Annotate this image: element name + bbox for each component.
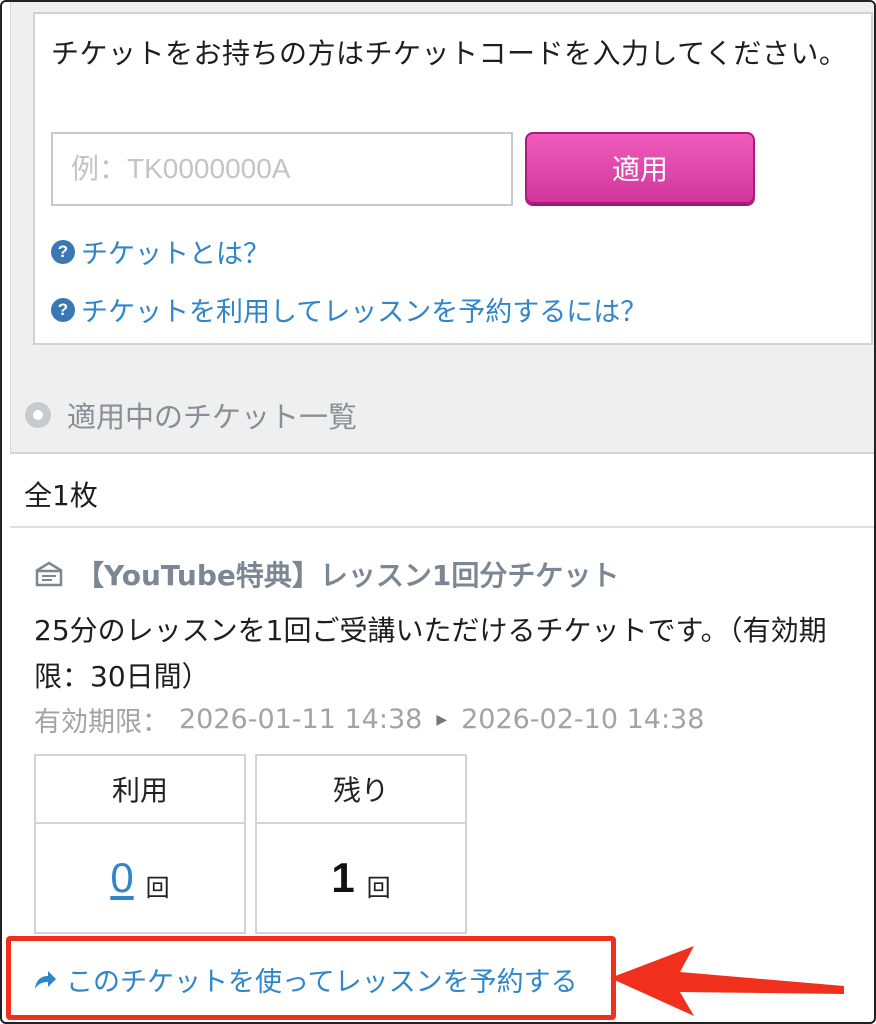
triangle-right-icon: ▶ <box>436 711 448 728</box>
red-arrow-annotation <box>610 946 844 1016</box>
share-arrow-icon <box>35 970 56 989</box>
ticket-entry-area: チケットをお持ちの方はチケットコードを入力してください。 適用 ? チケットとは… <box>10 2 874 452</box>
reserve-with-ticket-link[interactable]: このチケットを使ってレッスンを予約する <box>32 960 578 999</box>
ticket-description: 25分のレッスンを1回ご受講いただけるチケットです。（有効期限：30日間） <box>34 614 827 693</box>
help-link-how-to-reserve[interactable]: ? チケットを利用してレッスンを予約するには？ <box>51 290 647 329</box>
validity-end: 2026-02-10 14:38 <box>461 704 705 735</box>
remaining-unit: 回 <box>366 873 391 902</box>
used-count-box: 利用 0 回 <box>34 754 246 934</box>
ticket-code-prompt: チケットをお持ちの方はチケットコードを入力してください。 <box>51 37 848 70</box>
radio-dot-icon <box>25 402 51 428</box>
ticket-code-input[interactable] <box>51 132 513 206</box>
question-circle-icon: ? <box>51 297 75 322</box>
remaining-count: 1 <box>331 854 355 901</box>
validity-label: 有効期限： <box>34 707 169 738</box>
help-link-what-is-ticket[interactable]: ? チケットとは？ <box>51 232 270 271</box>
reserve-link-label: このチケットを使ってレッスンを予約する <box>66 967 578 998</box>
remaining-count-box: 残り 1 回 <box>255 754 467 934</box>
ticket-count-row: 全1枚 <box>10 452 874 528</box>
help-link-label: チケットを利用してレッスンを予約するには？ <box>81 297 648 328</box>
remaining-label: 残り <box>257 756 465 824</box>
used-value: 0 回 <box>36 824 244 932</box>
ticket-code-box: チケットをお持ちの方はチケットコードを入力してください。 適用 ? チケットとは… <box>33 12 873 345</box>
applied-tickets-heading: 適用中のチケット一覧 <box>25 394 357 436</box>
used-count-link[interactable]: 0 <box>110 854 133 902</box>
used-label: 利用 <box>36 756 244 824</box>
ticket-icon <box>35 561 63 587</box>
help-link-label: チケットとは？ <box>81 239 270 270</box>
ticket-validity: 有効期限： 2026-01-11 14:38 ▶ 2026-02-10 14:3… <box>34 700 704 739</box>
used-unit: 回 <box>145 873 170 902</box>
page-frame: チケットをお持ちの方はチケットコードを入力してください。 適用 ? チケットとは… <box>0 0 876 1024</box>
apply-button[interactable]: 適用 <box>525 132 755 204</box>
ticket-title-text: 【YouTube特典】レッスン1回分チケット <box>76 559 620 592</box>
section-heading-text: 適用中のチケット一覧 <box>67 400 358 434</box>
question-circle-icon: ? <box>51 239 75 264</box>
remaining-value: 1 回 <box>257 824 465 932</box>
ticket-title: 【YouTube特典】レッスン1回分チケット <box>34 554 619 594</box>
ticket-count: 全1枚 <box>24 479 98 512</box>
validity-start: 2026-01-11 14:38 <box>179 704 423 735</box>
